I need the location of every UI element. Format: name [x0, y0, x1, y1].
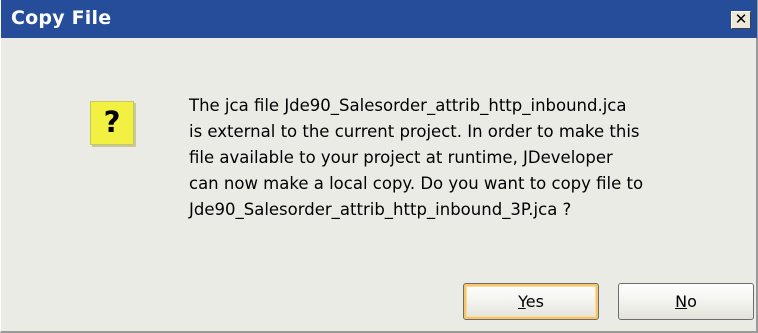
title-bar[interactable]: Copy File ✕	[1, 0, 757, 38]
yes-label-rest: es	[525, 292, 544, 311]
message-line-5: Jde90_Salesorder_attrib_http_inbound_3P.…	[189, 200, 572, 219]
question-mark-glyph: ?	[103, 105, 121, 139]
yes-mnemonic: Y	[518, 292, 526, 311]
question-icon: ?	[90, 101, 134, 145]
copy-file-dialog: Copy File ✕ ? The jca file Jde90_Salesor…	[0, 0, 758, 333]
close-button[interactable]: ✕	[731, 11, 751, 29]
message-line-4: can now make a local copy. Do you want t…	[189, 174, 644, 193]
message-line-1: The jca file Jde90_Salesorder_attrib_htt…	[189, 96, 627, 115]
no-button[interactable]: No	[618, 283, 754, 320]
no-mnemonic: N	[675, 292, 688, 311]
message-line-3: file available to your project at runtim…	[189, 148, 613, 167]
message-text: The jca file Jde90_Salesorder_attrib_htt…	[189, 93, 749, 223]
close-icon: ✕	[734, 10, 748, 28]
yes-button[interactable]: Yes	[463, 283, 599, 320]
dialog-title: Copy File	[11, 7, 112, 29]
message-line-2: is external to the current project. In o…	[189, 122, 640, 141]
no-label-rest: o	[687, 292, 697, 311]
